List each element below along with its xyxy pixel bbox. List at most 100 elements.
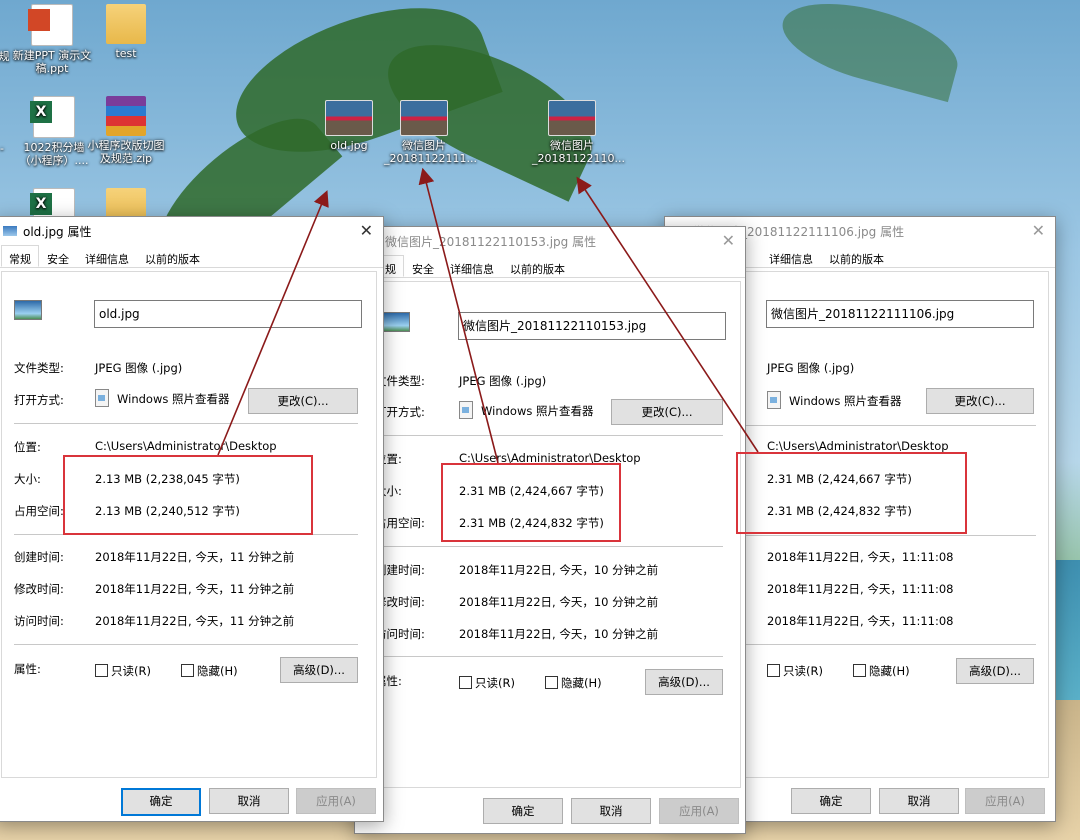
photo-viewer-icon	[459, 401, 473, 419]
readonly-checkbox[interactable]: 只读(R)	[767, 663, 823, 679]
created-value: 2018年11月22日, 今天，10 分钟之前	[459, 563, 659, 577]
apply-button[interactable]: 应用(A)	[659, 798, 739, 824]
folder-icon	[106, 4, 146, 44]
open-with-value: Windows 照片查看器	[117, 392, 230, 406]
tab-previous-versions[interactable]: 以前的版本	[821, 248, 892, 267]
tab-details[interactable]: 详细信息	[77, 248, 137, 267]
size-on-disk-label: 占用空间:	[14, 504, 64, 518]
size-highlight-box-wechat-110153	[441, 463, 621, 542]
checkbox-icon	[545, 676, 558, 689]
tab-bar: 常规 安全 详细信息 以前的版本	[0, 245, 383, 268]
image-file-icon	[382, 312, 410, 332]
file-type-value: JPEG 图像 (.jpg)	[459, 374, 547, 388]
change-button[interactable]: 更改(C)...	[926, 388, 1034, 414]
dialog-title: 微信图片_20181122110153.jpg 属性	[385, 234, 597, 249]
hidden-checkbox[interactable]: 隐藏(H)	[853, 663, 910, 679]
tab-details[interactable]: 详细信息	[761, 248, 821, 267]
checkbox-icon	[459, 676, 472, 689]
created-value: 2018年11月22日, 今天，11:11:08	[767, 550, 954, 564]
location-value: C:\Users\Administrator\Desktop	[767, 439, 949, 453]
accessed-value: 2018年11月22日, 今天，11:11:08	[767, 614, 954, 628]
accessed-value: 2018年11月22日, 今天，10 分钟之前	[459, 627, 659, 641]
hidden-checkbox[interactable]: 隐藏(H)	[181, 663, 238, 679]
close-icon[interactable]: ✕	[722, 231, 735, 250]
tab-security[interactable]: 安全	[404, 258, 442, 277]
cancel-button[interactable]: 取消	[209, 788, 289, 814]
zip-file-icon	[106, 96, 146, 136]
modified-label: 修改时间:	[14, 582, 64, 596]
change-button[interactable]: 更改(C)...	[248, 388, 358, 414]
created-label: 创建时间:	[14, 550, 64, 564]
advanced-button[interactable]: 高级(D)...	[280, 657, 358, 683]
excel-file-icon	[30, 96, 75, 138]
close-icon[interactable]: ✕	[360, 221, 373, 240]
cancel-button[interactable]: 取消	[571, 798, 651, 824]
created-value: 2018年11月22日, 今天，11 分钟之前	[95, 550, 295, 564]
tab-security[interactable]: 安全	[39, 248, 77, 267]
filename-field[interactable]: 微信图片_20181122110153.jpg	[458, 312, 726, 340]
accessed-value: 2018年11月22日, 今天，11 分钟之前	[95, 614, 295, 628]
open-with-label: 打开方式:	[14, 393, 64, 407]
location-value: C:\Users\Administrator\Desktop	[95, 439, 277, 453]
desktop-icon-folder-test[interactable]: test	[86, 4, 166, 60]
dialog-titlebar[interactable]: old.jpg 属性 ✕	[0, 217, 383, 245]
apply-button[interactable]: 应用(A)	[296, 788, 376, 814]
desktop-icon-excel[interactable]: 1022积分墙（小程序）....	[14, 96, 94, 167]
dialog-title: old.jpg 属性	[23, 224, 92, 239]
modified-value: 2018年11月22日, 今天，10 分钟之前	[459, 595, 659, 609]
filename-field[interactable]: 微信图片_20181122111106.jpg	[766, 300, 1034, 328]
checkbox-icon	[181, 664, 194, 677]
hidden-checkbox[interactable]: 隐藏(H)	[545, 675, 602, 691]
open-with-value: Windows 照片查看器	[481, 404, 594, 418]
desktop-icon-wechat-image-2[interactable]: 微信图片_20181122110...	[532, 100, 625, 165]
location-label: 位置:	[14, 440, 41, 454]
file-type-label: 文件类型:	[14, 361, 64, 375]
dialog-titlebar[interactable]: 微信图片_20181122110153.jpg 属性 ✕	[355, 227, 745, 255]
desktop-icon-partial-left-2: -	[0, 142, 4, 155]
desktop-icon-old-jpg[interactable]: old.jpg	[309, 100, 389, 152]
modified-value: 2018年11月22日, 今天，11:11:08	[767, 582, 954, 596]
tab-bar: 规 安全 详细信息 以前的版本	[355, 255, 745, 278]
advanced-button[interactable]: 高级(D)...	[956, 658, 1034, 684]
image-file-icon	[14, 300, 42, 320]
size-highlight-box-old	[63, 455, 313, 535]
open-with-value-row: Windows 照片查看器	[459, 401, 594, 419]
modified-value: 2018年11月22日, 今天，11 分钟之前	[95, 582, 295, 596]
image-file-icon	[548, 100, 596, 136]
readonly-checkbox[interactable]: 只读(R)	[459, 675, 515, 691]
desktop-icon-wechat-image-1[interactable]: 微信图片_20181122111...	[384, 100, 477, 165]
size-highlight-box-wechat-111106	[736, 452, 967, 534]
open-with-value-row: Windows 照片查看器	[95, 389, 230, 407]
image-file-icon	[400, 100, 448, 136]
tab-general[interactable]: 常规	[1, 245, 39, 267]
size-label: 大小:	[14, 472, 41, 486]
filename-field[interactable]: old.jpg	[94, 300, 362, 328]
readonly-checkbox[interactable]: 只读(R)	[95, 663, 151, 679]
tab-details[interactable]: 详细信息	[442, 258, 502, 277]
attributes-label: 属性:	[14, 662, 41, 676]
checkbox-icon	[767, 664, 780, 677]
accessed-label: 访问时间:	[14, 614, 64, 628]
close-icon[interactable]: ✕	[1032, 221, 1045, 240]
image-file-icon	[325, 100, 373, 136]
ppt-file-icon	[28, 4, 73, 46]
desktop-icon-zip[interactable]: 小程序改版切图及规范.zip	[86, 96, 166, 165]
cancel-button[interactable]: 取消	[879, 788, 959, 814]
checkbox-icon	[95, 664, 108, 677]
ok-button[interactable]: 确定	[121, 788, 201, 816]
ok-button[interactable]: 确定	[791, 788, 871, 814]
checkbox-icon	[853, 664, 866, 677]
tab-previous-versions[interactable]: 以前的版本	[502, 258, 573, 277]
tab-previous-versions[interactable]: 以前的版本	[137, 248, 208, 267]
apply-button[interactable]: 应用(A)	[965, 788, 1045, 814]
desktop-icon-partial-left: 规	[0, 50, 10, 63]
open-with-value-row: Windows 照片查看器	[767, 391, 902, 409]
change-button[interactable]: 更改(C)...	[611, 399, 723, 425]
desktop-icon-ppt[interactable]: 新建PPT 演示文稿.ppt	[12, 4, 92, 75]
open-with-value: Windows 照片查看器	[789, 394, 902, 408]
ok-button[interactable]: 确定	[483, 798, 563, 824]
photo-viewer-icon	[95, 389, 109, 407]
photo-viewer-icon	[767, 391, 781, 409]
advanced-button[interactable]: 高级(D)...	[645, 669, 723, 695]
file-type-value: JPEG 图像 (.jpg)	[767, 361, 855, 375]
